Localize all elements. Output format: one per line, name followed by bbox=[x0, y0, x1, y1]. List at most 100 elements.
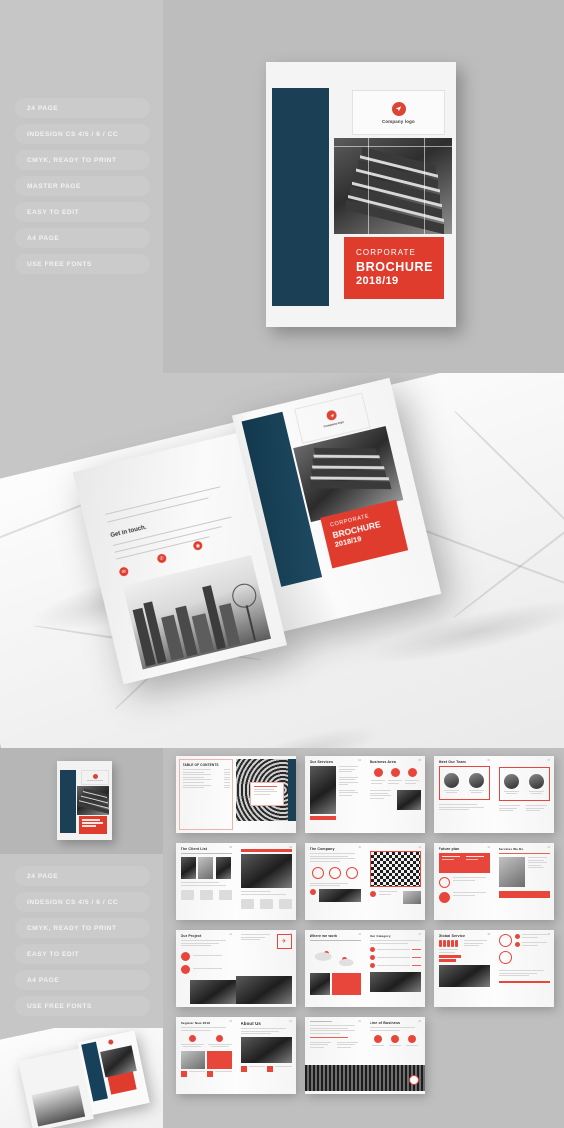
spread-heading: Our Project bbox=[180, 934, 202, 938]
mini-cover-title bbox=[79, 816, 107, 834]
spread-page-right: 17 Our Category bbox=[365, 930, 425, 1007]
cover-title-line1: CORPORATE bbox=[356, 248, 416, 257]
spread-page-left: 22 bbox=[305, 1017, 365, 1094]
spread-heading: Our Services bbox=[309, 760, 334, 764]
page-number: 23 bbox=[418, 1020, 421, 1023]
feature-pill-label: MASTER PAGE bbox=[27, 182, 81, 190]
spread-thumbnail[interactable]: 16 Where we work 17 Our Category bbox=[305, 930, 425, 1007]
feature-pill: EASY TO EDIT bbox=[15, 944, 150, 964]
poster-root: 24 PAGE INDESIGN CS 4/5 / 6 / CC CMYK, R… bbox=[0, 0, 564, 1128]
page-number: 17 bbox=[418, 933, 421, 936]
spread-heading: The Company bbox=[309, 847, 335, 851]
cover-title-line3: 2018/19 bbox=[356, 275, 399, 287]
page-number: 13 bbox=[547, 846, 550, 849]
feature-pill: EASY TO EDIT bbox=[15, 202, 150, 222]
feature-pill-label: 24 PAGE bbox=[27, 104, 59, 112]
feature-pill-label: INDESIGN CS 4/5 / 6 / CC bbox=[27, 898, 119, 906]
feature-pill-label: A4 PAGE bbox=[27, 234, 60, 242]
feature-pill-label: USE FREE FONTS bbox=[27, 1002, 92, 1010]
feature-pill-label: CMYK, READY TO PRINT bbox=[27, 924, 117, 932]
mini-brochure-cover bbox=[57, 761, 112, 840]
spread-thumbnail[interactable]: 06 Meet Our Team 07 bbox=[434, 756, 554, 833]
page-number: 06 bbox=[487, 759, 490, 762]
page-number: 10 bbox=[358, 846, 361, 849]
brochure-cover: Company logo CORPORATE BROCHURE 2018/19 bbox=[266, 62, 456, 327]
spread-heading: Business Area bbox=[369, 760, 396, 764]
feature-pill: INDESIGN CS 4/5 / 6 / CC bbox=[15, 124, 150, 144]
bottom-title-block bbox=[107, 1071, 137, 1095]
page-number: 21 bbox=[289, 1020, 292, 1023]
page-number: 15 bbox=[289, 933, 292, 936]
spread-page-right: 13 Services We Do bbox=[494, 843, 554, 920]
feature-pill-label: USE FREE FONTS bbox=[27, 260, 92, 268]
cover-navy-panel bbox=[272, 88, 329, 306]
spread-thumbnail[interactable]: 22 23 Line of Business bbox=[305, 1017, 425, 1094]
feature-pill-label: INDESIGN CS 4/5 / 6 / CC bbox=[27, 130, 119, 138]
cover-title-block: CORPORATE BROCHURE 2018/19 bbox=[344, 237, 444, 299]
spread-page-left: 06 Meet Our Team bbox=[434, 756, 494, 833]
feature-pill: A4 PAGE bbox=[15, 228, 150, 248]
spread-thumbnail[interactable]: 18 Global Service 19 bbox=[434, 930, 554, 1007]
cover-title-line2: BROCHURE bbox=[356, 260, 434, 274]
grid-feature-list: 24 PAGE INDESIGN CS 4/5 / 6 / CC CMYK, R… bbox=[15, 866, 150, 1022]
page-number: 22 bbox=[358, 1020, 361, 1023]
spread-page-left: 12 Future plan bbox=[434, 843, 494, 920]
spread-heading: Future plan bbox=[438, 847, 460, 851]
spread-page-right: 05 Business Area bbox=[365, 756, 425, 833]
spread-thumbnail[interactable]: 04 Our Services 05 Business Area bbox=[305, 756, 425, 833]
bottom-city-photo bbox=[31, 1085, 86, 1127]
feature-pill-label: CMYK, READY TO PRINT bbox=[27, 156, 117, 164]
spread-heading: TABLE OF CONTENTS bbox=[182, 763, 219, 767]
page-number: 08 bbox=[229, 846, 232, 849]
spread-page-right: 21 About Us bbox=[236, 1017, 296, 1094]
spread-page-right: 07 bbox=[494, 756, 554, 833]
spread-thumbnail[interactable]: 08 The Client List 09 bbox=[176, 843, 296, 920]
spread-heading: Line of Business bbox=[369, 1021, 401, 1025]
grid-feature-panel: 24 PAGE INDESIGN CS 4/5 / 6 / CC CMYK, R… bbox=[0, 748, 163, 1128]
grid-cover-backdrop bbox=[0, 748, 163, 854]
spread-page-left: 18 Global Service bbox=[434, 930, 494, 1007]
mockup-logo-label: Company logo bbox=[323, 419, 345, 429]
city-skyline-photo bbox=[122, 555, 272, 670]
page-number: 12 bbox=[487, 846, 490, 849]
spread-page-left: 10 The Company bbox=[305, 843, 365, 920]
page-number: 19 bbox=[547, 933, 550, 936]
page-number: 16 bbox=[358, 933, 361, 936]
cover-building-photo bbox=[334, 138, 452, 234]
spread-page-right: 09 bbox=[236, 843, 296, 920]
page-number: 07 bbox=[547, 759, 550, 762]
page-number: 11 bbox=[418, 846, 421, 849]
spread-heading: Our Category bbox=[369, 934, 391, 938]
contact-phone-icon: ✆ bbox=[156, 552, 168, 564]
team-portrait bbox=[468, 773, 484, 788]
spread-page-right: 23 Line of Business bbox=[365, 1017, 425, 1094]
spread-page-left: TABLE OF CONTENTS bbox=[176, 756, 236, 833]
spread-page-right: 15 ✈ bbox=[236, 930, 296, 1007]
feature-pill: 24 PAGE bbox=[15, 866, 150, 886]
feature-pill-label: 24 PAGE bbox=[27, 872, 59, 880]
feature-pill-label: EASY TO EDIT bbox=[27, 950, 80, 958]
hero-section: 24 PAGE INDESIGN CS 4/5 / 6 / CC CMYK, R… bbox=[0, 0, 564, 373]
feature-pill: CMYK, READY TO PRINT bbox=[15, 150, 150, 170]
page-number: 18 bbox=[487, 933, 490, 936]
page-number: 20 bbox=[229, 1020, 232, 1023]
spread-thumbnail[interactable]: 10 The Company 11 bbox=[305, 843, 425, 920]
spread-thumbnail-grid: TABLE OF CONTENTS 04 Our Services 05 Bus… bbox=[176, 756, 556, 1094]
page-grid-section: 24 PAGE INDESIGN CS 4/5 / 6 / CC CMYK, R… bbox=[0, 748, 564, 1128]
spread-heading: Services We Do bbox=[498, 847, 524, 851]
spread-thumbnail[interactable]: 20 Register Now 2018 21 About Us bbox=[176, 1017, 296, 1094]
spread-thumbnail[interactable]: TABLE OF CONTENTS bbox=[176, 756, 296, 833]
feature-pill: MASTER PAGE bbox=[15, 176, 150, 196]
spread-page-left: 04 Our Services bbox=[305, 756, 365, 833]
feature-pill-label: A4 PAGE bbox=[27, 976, 60, 984]
spread-page-left: 20 Register Now 2018 bbox=[176, 1017, 236, 1094]
spread-page-right bbox=[236, 756, 296, 833]
page-number: 04 bbox=[358, 759, 361, 762]
company-logo-icon bbox=[325, 409, 338, 422]
marble-mockup-section: Get in touch. ✉ ✆ ◉ Company logo CORPORA… bbox=[0, 373, 564, 748]
spread-thumbnail[interactable]: 12 Future plan 13 Services We Do bbox=[434, 843, 554, 920]
feature-pill: USE FREE FONTS bbox=[15, 996, 150, 1016]
page-number: 14 bbox=[229, 933, 232, 936]
team-portrait bbox=[504, 774, 520, 789]
spread-thumbnail[interactable]: 14 Our Project 15 ✈ bbox=[176, 930, 296, 1007]
